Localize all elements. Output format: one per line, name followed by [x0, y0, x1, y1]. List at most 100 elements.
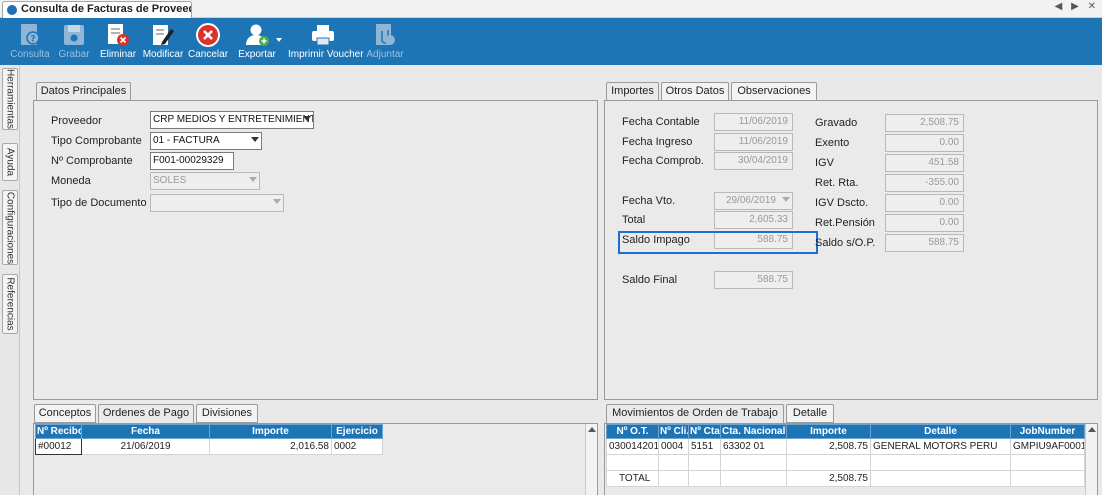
- tipo-comprobante-select[interactable]: 01 - FACTURA: [150, 132, 262, 150]
- saldo-op-field[interactable]: 588.75: [885, 234, 964, 252]
- imprimir-voucher-button[interactable]: Imprimir Voucher: [288, 18, 364, 65]
- tab-detalle[interactable]: Detalle: [786, 404, 834, 423]
- table-cell[interactable]: 63302 01: [720, 438, 787, 455]
- modificar-label: Modificar: [142, 49, 184, 60]
- tab-conceptos[interactable]: Conceptos: [34, 404, 96, 423]
- fecha-comprob-field[interactable]: 30/04/2019: [714, 152, 793, 170]
- column-header[interactable]: JobNumber: [1010, 424, 1085, 439]
- fecha-contable-field[interactable]: 11/06/2019: [714, 113, 793, 131]
- vertical-scrollbar[interactable]: [585, 424, 597, 495]
- igv-dscto-field[interactable]: 0.00: [885, 194, 964, 212]
- table-row[interactable]: #00012 21/06/2019 2,016.58 0002: [35, 438, 383, 455]
- proveedor-label: Proveedor: [51, 115, 102, 127]
- column-header[interactable]: Cta. Nacional: [720, 424, 787, 439]
- eliminar-label: Eliminar: [99, 49, 137, 60]
- imprimir-voucher-label: Imprimir Voucher: [288, 49, 364, 60]
- moneda-select[interactable]: SOLES: [150, 172, 260, 190]
- exento-field[interactable]: 0.00: [885, 134, 964, 152]
- eliminar-button[interactable]: Eliminar: [98, 18, 138, 65]
- ret-pension-field[interactable]: 0.00: [885, 214, 964, 232]
- scroll-up-icon[interactable]: [588, 427, 596, 432]
- ret-rta-field[interactable]: -355.00: [885, 174, 964, 192]
- consulta-button[interactable]: ? Consulta: [8, 18, 52, 65]
- tipo-comprobante-value: 01 - FACTURA: [153, 135, 220, 146]
- tab-otros-datos[interactable]: Otros Datos: [661, 82, 729, 101]
- igv-dscto-label: IGV Dscto.: [815, 197, 869, 209]
- table-header-row: Nº Recibo Fecha Importe Ejercicio: [35, 424, 383, 439]
- fecha-ingreso-label: Fecha Ingreso: [622, 136, 693, 148]
- vertical-scrollbar[interactable]: [1085, 424, 1097, 495]
- importes-panel: Fecha Contable 11/06/2019 Fecha Ingreso …: [604, 100, 1098, 400]
- tab-nav-arrows[interactable]: ◀ ▶ ✕: [1055, 1, 1099, 12]
- nro-comprobante-field[interactable]: F001-00029329: [150, 152, 234, 170]
- table-header-row: Nº O.T. Nº Cli. Nº Cta. Cta. Nacional Im…: [606, 424, 1085, 439]
- table-cell[interactable]: 21/06/2019: [81, 438, 210, 455]
- column-header[interactable]: Nº Cta.: [688, 424, 721, 439]
- total-value: 2,508.75: [786, 470, 871, 487]
- adjuntar-button[interactable]: Adjuntar: [364, 18, 406, 65]
- column-header[interactable]: Ejercicio: [331, 424, 383, 439]
- table-cell[interactable]: 5151: [688, 438, 721, 455]
- tab-observaciones[interactable]: Observaciones: [731, 82, 817, 101]
- column-header[interactable]: Nº Cli.: [658, 424, 689, 439]
- table-cell[interactable]: 0002: [331, 438, 383, 455]
- document-tab-title: Consulta de Facturas de Proveed...: [21, 3, 192, 15]
- sidebar-tab-herramientas[interactable]: Herramientas: [2, 68, 18, 130]
- table-cell[interactable]: 2,508.75: [786, 438, 871, 455]
- proveedor-select[interactable]: CRP MEDIOS Y ENTRETENIMIENTO S.: [150, 111, 314, 129]
- modificar-button[interactable]: Modificar: [142, 18, 184, 65]
- igv-field[interactable]: 451.58: [885, 154, 964, 172]
- table-row: [606, 454, 1085, 471]
- scroll-up-icon[interactable]: [1088, 427, 1096, 432]
- table-cell[interactable]: #00012: [35, 438, 82, 455]
- column-header[interactable]: Fecha: [81, 424, 210, 439]
- fecha-ingreso-field[interactable]: 11/06/2019: [714, 133, 793, 151]
- column-header[interactable]: Importe: [786, 424, 871, 439]
- total-field[interactable]: 2,605.33: [714, 211, 793, 229]
- moneda-label: Moneda: [51, 175, 91, 187]
- attach-icon: [376, 24, 395, 45]
- export-icon: [246, 24, 269, 46]
- cancelar-button[interactable]: Cancelar: [188, 18, 228, 65]
- table-cell[interactable]: 2,016.58: [209, 438, 332, 455]
- movimientos-table: Nº O.T. Nº Cli. Nº Cta. Cta. Nacional Im…: [606, 424, 1085, 487]
- fecha-comprob-label: Fecha Comprob.: [622, 155, 704, 167]
- tab-movimientos-ot[interactable]: Movimientos de Orden de Trabajo: [606, 404, 784, 424]
- save-icon: [64, 25, 84, 45]
- exportar-button[interactable]: Exportar: [232, 18, 282, 65]
- exento-label: Exento: [815, 137, 850, 149]
- tab-divisiones[interactable]: Divisiones: [196, 404, 258, 423]
- sidebar-tab-configuraciones[interactable]: Configuraciones: [2, 190, 18, 265]
- table-cell[interactable]: 0300142019: [606, 438, 659, 455]
- column-header[interactable]: Importe: [209, 424, 332, 439]
- consulta-icon: ?: [21, 24, 40, 45]
- saldo-op-label: Saldo s/O.P.: [815, 237, 876, 249]
- tab-importes[interactable]: Importes: [606, 82, 659, 102]
- sidebar-tab-ayuda[interactable]: Ayuda: [2, 143, 18, 181]
- column-header[interactable]: Nº O.T.: [606, 424, 659, 439]
- tab-datos-principales[interactable]: Datos Principales: [36, 82, 131, 102]
- tab-ordenes-de-pago[interactable]: Ordenes de Pago: [98, 404, 194, 424]
- sidebar-tab-label: Ayuda: [4, 147, 16, 177]
- tipo-comprobante-label: Tipo Comprobante: [51, 135, 142, 147]
- tipo-documento-select[interactable]: [150, 194, 284, 212]
- sidebar-tab-label: Configuraciones: [4, 191, 16, 264]
- grabar-button[interactable]: Grabar: [54, 18, 94, 65]
- ret-pension-label: Ret.Pensión: [815, 217, 875, 229]
- column-header[interactable]: Nº Recibo: [35, 424, 82, 439]
- sidebar-tab-referencias[interactable]: Referencias: [2, 274, 18, 334]
- table-cell[interactable]: GMPIU9AF0001: [1010, 438, 1085, 455]
- table-cell[interactable]: GENERAL MOTORS PERU: [870, 438, 1011, 455]
- chevron-down-icon: [782, 197, 790, 202]
- gravado-field[interactable]: 2,508.75: [885, 114, 964, 132]
- printer-icon: [312, 25, 334, 46]
- column-header[interactable]: Detalle: [870, 424, 1011, 439]
- sidebar-tab-label: Herramientas: [4, 68, 16, 130]
- table-row[interactable]: 0300142019 0004 5151 63302 01 2,508.75 G…: [606, 438, 1085, 455]
- exportar-dropdown-arrow[interactable]: [276, 38, 282, 42]
- gravado-label: Gravado: [815, 117, 858, 129]
- table-cell[interactable]: 0004: [658, 438, 689, 455]
- fecha-vto-select[interactable]: 29/06/2019: [714, 192, 793, 210]
- document-tab[interactable]: Consulta de Facturas de Proveed...: [2, 1, 192, 18]
- saldo-final-field[interactable]: 588.75: [714, 271, 793, 289]
